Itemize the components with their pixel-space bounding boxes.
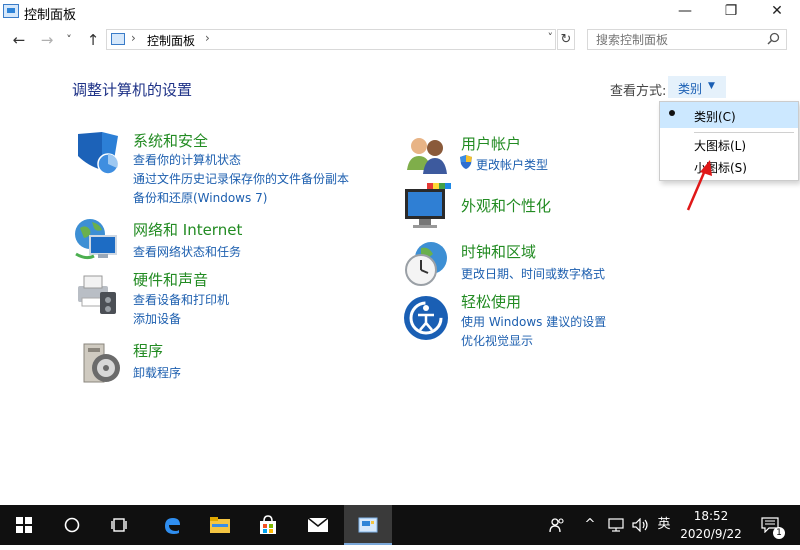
category-title-appearance[interactable]: 外观和个性化 (461, 195, 551, 216)
link-change-account-type[interactable]: 更改帐户类型 (476, 156, 548, 173)
network-globe-icon[interactable] (72, 216, 120, 264)
start-windows-icon[interactable] (0, 505, 48, 545)
category-title-ease-of-access[interactable]: 轻松使用 (461, 291, 521, 312)
search-icon[interactable] (767, 32, 780, 49)
notification-icon[interactable] (758, 505, 782, 545)
link-add-device[interactable]: 添加设备 (133, 310, 181, 327)
recent-locations-button[interactable]: ˅ (62, 30, 76, 50)
network-icon[interactable] (606, 505, 626, 545)
up-button[interactable]: ↑ (83, 30, 103, 50)
programs-icon[interactable] (78, 340, 126, 388)
printer-icon[interactable] (72, 268, 120, 316)
volume-icon[interactable] (630, 505, 652, 545)
category-title-network-internet[interactable]: 网络和 Internet (133, 219, 242, 240)
view-by-menu: 类别(C) 大图标(L) 小图标(S) (659, 101, 799, 181)
annotation-arrow-icon (684, 158, 714, 214)
breadcrumb-chevron-icon[interactable]: › (205, 31, 210, 45)
clock-date[interactable]: 2020/9/22 (676, 527, 746, 541)
category-title-clock-region[interactable]: 时钟和区域 (461, 241, 536, 262)
control-panel-icon (3, 4, 19, 18)
category-title-user-accounts[interactable]: 用户帐户 (461, 133, 521, 154)
link-network-status[interactable]: 查看网络状态和任务 (133, 243, 241, 260)
search-circle-icon[interactable] (48, 505, 96, 545)
address-dropdown-button[interactable]: ˅ (548, 31, 554, 44)
clock-time[interactable]: 18:52 (688, 509, 734, 523)
breadcrumb-chevron-icon[interactable]: › (131, 31, 136, 45)
link-file-history[interactable]: 通过文件历史记录保存你的文件备份副本 (133, 170, 349, 187)
search-input[interactable] (588, 30, 766, 49)
category-title-programs[interactable]: 程序 (133, 340, 163, 361)
view-by-dropdown[interactable]: 类别 ▼ (668, 76, 726, 98)
category-title-hardware-sound[interactable]: 硬件和声音 (133, 269, 208, 290)
window-title: 控制面板 (24, 8, 77, 23)
minimize-button[interactable]: — (662, 0, 708, 24)
link-optimize-visual-display[interactable]: 优化视觉显示 (461, 332, 533, 349)
control-panel-icon (111, 33, 125, 45)
maximize-button[interactable]: ❐ (708, 0, 754, 24)
link-backup-restore[interactable]: 备份和还原(Windows 7) (133, 189, 267, 206)
search-box[interactable] (587, 29, 787, 50)
ease-of-access-icon[interactable] (403, 295, 451, 343)
radio-dot-icon (669, 110, 675, 116)
link-view-computer-status[interactable]: 查看你的计算机状态 (133, 151, 241, 168)
appearance-monitor-icon[interactable] (403, 183, 451, 231)
taskbar: ^ 英 18:52 2020/9/22 1 (0, 505, 800, 545)
menu-item-category-label[interactable]: 类别(C) (694, 108, 736, 125)
caret-down-icon[interactable]: ▼ (708, 81, 715, 91)
category-title-system-security[interactable]: 系统和安全 (133, 130, 208, 151)
view-by-label: 查看方式: (610, 84, 667, 99)
shield-icon[interactable] (74, 130, 122, 178)
chevron-up-icon[interactable]: ^ (580, 505, 600, 545)
clock-globe-icon[interactable] (403, 240, 451, 288)
mail-envelope-icon[interactable] (294, 505, 342, 545)
uac-shield-icon (460, 155, 472, 169)
link-uninstall-program[interactable]: 卸载程序 (133, 364, 181, 381)
page-title: 调整计算机的设置 (72, 81, 193, 99)
close-button[interactable]: ✕ (754, 0, 800, 24)
link-recommended-settings[interactable]: 使用 Windows 建议的设置 (461, 313, 606, 330)
address-bar[interactable]: › 控制面板 › ˅ (106, 29, 556, 50)
breadcrumb-control-panel[interactable]: 控制面板 (147, 32, 195, 49)
file-explorer-icon[interactable] (196, 505, 244, 545)
task-view-icon[interactable] (96, 505, 144, 545)
notification-count-badge: 1 (773, 527, 785, 539)
menu-item-category[interactable]: 类别(C) (660, 102, 798, 128)
taskbar-control-panel-icon[interactable] (344, 505, 392, 545)
refresh-button[interactable]: ↻ (557, 29, 575, 50)
link-devices-printers[interactable]: 查看设备和打印机 (133, 291, 229, 308)
edge-browser-icon[interactable] (148, 505, 196, 545)
store-bag-icon[interactable] (244, 505, 292, 545)
link-change-date-time-format[interactable]: 更改日期、时间或数字格式 (461, 265, 605, 282)
back-button[interactable]: ← (9, 30, 29, 50)
menu-item-large-icons[interactable]: 大图标(L) (694, 137, 746, 154)
forward-button[interactable]: → (37, 30, 57, 50)
title-bar: 控制面板 — ❐ ✕ (0, 0, 800, 24)
menu-separator (694, 132, 794, 133)
user-accounts-icon[interactable] (403, 130, 451, 178)
input-language-indicator[interactable]: 英 (654, 505, 674, 545)
view-by-value[interactable]: 类别 (678, 80, 702, 97)
people-icon[interactable] (545, 505, 569, 545)
